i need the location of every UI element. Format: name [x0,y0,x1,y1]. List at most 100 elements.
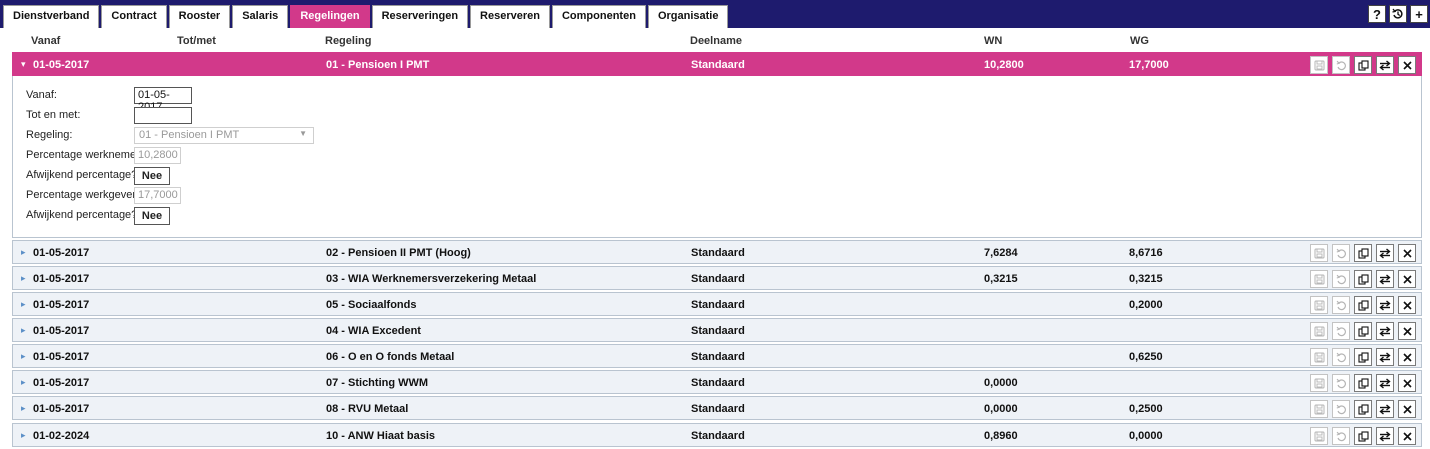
copy-button[interactable] [1354,427,1372,445]
table-row[interactable]: ▸ 01-05-2017 03 - WIA Werknemersverzekerin… [12,266,1422,290]
cell-regeling: 06 - O en O fonds Metaal [326,351,455,363]
swap-button[interactable] [1376,427,1394,445]
undo-button[interactable] [1332,56,1350,74]
afwijkend-wn-toggle[interactable]: Nee [134,167,170,185]
undo-button[interactable] [1332,244,1350,262]
totmet-input[interactable] [134,107,192,124]
delete-button[interactable] [1398,56,1416,74]
tab-contract[interactable]: Contract [101,5,167,28]
copy-button[interactable] [1354,348,1372,366]
expand-arrow-icon[interactable]: ▸ [21,377,26,388]
swap-button[interactable] [1376,348,1394,366]
cell-deelname: Standaard [691,325,745,337]
save-button[interactable] [1310,400,1328,418]
copy-button[interactable] [1354,374,1372,392]
save-button[interactable] [1310,244,1328,262]
delete-button[interactable] [1398,348,1416,366]
save-button[interactable] [1310,322,1328,340]
expand-arrow-icon[interactable]: ▸ [21,247,26,258]
delete-button[interactable] [1398,374,1416,392]
delete-button[interactable] [1398,296,1416,314]
pct-wn-input[interactable]: 10,2800 [134,147,181,164]
column-wg[interactable]: WG [1130,35,1149,47]
expand-arrow-icon[interactable]: ▸ [21,273,26,284]
undo-button[interactable] [1332,374,1350,392]
save-button[interactable] [1310,374,1328,392]
expand-arrow-icon[interactable]: ▸ [21,325,26,336]
tab-dienstverband[interactable]: Dienstverband [3,5,100,28]
delete-button[interactable] [1398,244,1416,262]
swap-button[interactable] [1376,270,1394,288]
save-button[interactable] [1310,270,1328,288]
delete-button[interactable] [1398,400,1416,418]
close-icon [1402,326,1412,336]
table-row[interactable]: ▸ 01-05-2017 05 - Sociaalfonds Standaard 0,2… [12,292,1422,316]
copy-icon [1357,273,1369,285]
tab-regelingen[interactable]: Regelingen [290,5,370,28]
cell-wn: 7,6284 [984,247,1018,259]
add-button[interactable]: + [1410,5,1428,23]
column-deelname[interactable]: Deelname [690,35,742,47]
tab-componenten[interactable]: Componenten [551,5,646,28]
regeling-select-value: 01 - Pensioen I PMT [139,129,240,141]
copy-button[interactable] [1354,400,1372,418]
save-button[interactable] [1310,56,1328,74]
cell-vanaf: 01-02-2024 [33,430,90,442]
tab-organisatie[interactable]: Organisatie [647,5,729,28]
tab-rooster[interactable]: Rooster [168,5,231,28]
delete-button[interactable] [1398,427,1416,445]
tab-reserveringen[interactable]: Reserveringen [371,5,469,28]
delete-button[interactable] [1398,322,1416,340]
expand-arrow-icon[interactable]: ▸ [21,430,26,441]
save-button[interactable] [1310,296,1328,314]
undo-button[interactable] [1332,322,1350,340]
undo-button[interactable] [1332,348,1350,366]
undo-button[interactable] [1332,400,1350,418]
copy-button[interactable] [1354,270,1372,288]
pct-wg-input[interactable]: 17,7000 [134,187,181,204]
undo-button[interactable] [1332,270,1350,288]
copy-button[interactable] [1354,244,1372,262]
column-totmet[interactable]: Tot/met [177,35,216,47]
delete-button[interactable] [1398,270,1416,288]
history-button[interactable] [1389,5,1407,23]
undo-button[interactable] [1332,427,1350,445]
undo-button[interactable] [1332,296,1350,314]
row-actions [1306,270,1416,288]
collapse-arrow-icon[interactable]: ▾ [21,59,26,70]
regeling-select[interactable]: 01 - Pensioen I PMT ▼ [134,127,314,144]
cell-regeling: 04 - WIA Excedent [326,325,421,337]
table-row[interactable]: ▸ 01-02-2024 10 - ANW Hiaat basis Standaard… [12,423,1422,447]
table-row[interactable]: ▸ 01-05-2017 04 - WIA Excedent Standaard [12,318,1422,342]
swap-button[interactable] [1376,244,1394,262]
tab-salaris[interactable]: Salaris [232,5,289,28]
copy-button[interactable] [1354,56,1372,74]
table-row[interactable]: ▸ 01-05-2017 07 - Stichting WWM Standaard 0,… [12,370,1422,394]
vanaf-input[interactable]: 01-05-2017 [134,87,192,113]
column-wn[interactable]: WN [984,35,1002,47]
tab-reserveren[interactable]: Reserveren [470,5,550,28]
cell-wg: 0,2500 [1129,403,1163,415]
swap-button[interactable] [1376,322,1394,340]
save-button[interactable] [1310,348,1328,366]
save-button[interactable] [1310,427,1328,445]
copy-button[interactable] [1354,322,1372,340]
table-row[interactable]: ▸ 01-05-2017 02 - Pensioen II PMT (Hoog) St… [12,240,1422,264]
copy-button[interactable] [1354,296,1372,314]
table-row[interactable]: ▸ 01-05-2017 06 - O en O fonds Metaal Stand… [12,344,1422,368]
swap-button[interactable] [1376,56,1394,74]
expand-arrow-icon[interactable]: ▸ [21,299,26,310]
swap-button[interactable] [1376,400,1394,418]
close-icon [1402,274,1412,284]
expand-arrow-icon[interactable]: ▸ [21,351,26,362]
afwijkend-wg-toggle[interactable]: Nee [134,207,170,225]
column-vanaf[interactable]: Vanaf [31,35,60,47]
table-row[interactable]: ▾ 01-05-2017 01 - Pensioen I PMT Standaard 1… [12,52,1422,76]
column-regeling[interactable]: Regeling [325,35,371,47]
swap-button[interactable] [1376,296,1394,314]
help-button[interactable]: ? [1368,5,1386,23]
expand-arrow-icon[interactable]: ▸ [21,403,26,414]
swap-button[interactable] [1376,374,1394,392]
row-actions [1306,322,1416,340]
table-row[interactable]: ▸ 01-05-2017 08 - RVU Metaal Standaard 0,000… [12,396,1422,420]
